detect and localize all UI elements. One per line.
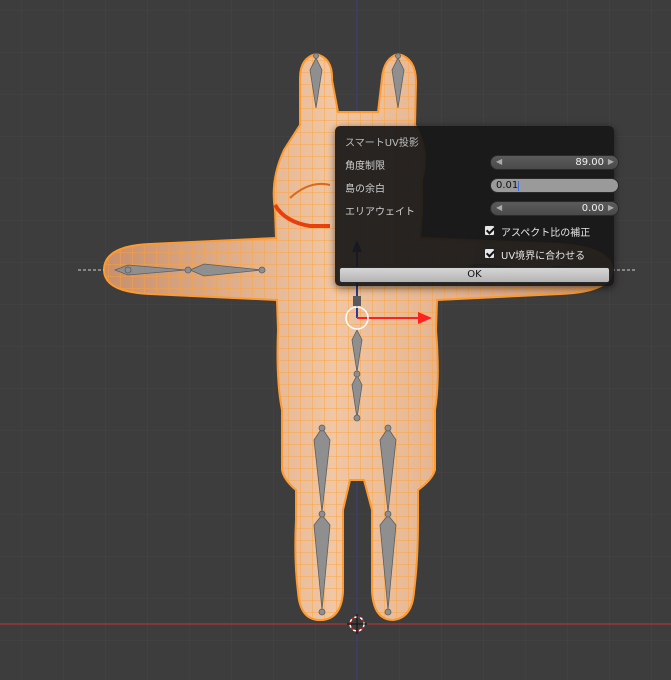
island-margin-label: 島の余白 — [345, 184, 385, 195]
scale-to-bounds-checkbox[interactable] — [484, 248, 495, 259]
island-margin-field[interactable]: 0.01 — [490, 178, 619, 193]
scale-to-bounds-option[interactable]: UV境界に合わせる — [484, 247, 614, 262]
smart-uv-project-dialog: スマートUV投影 角度制限 ◀ 89.00 ▶ 島の余白 0.01 エリアウェイ… — [335, 126, 619, 286]
3d-viewport[interactable] — [0, 0, 671, 680]
scale-to-bounds-label: UV境界に合わせる — [501, 251, 586, 262]
area-weight-value: 0.00 — [581, 203, 604, 214]
angle-limit-value: 89.00 — [575, 157, 604, 168]
dialog-title: スマートUV投影 — [345, 138, 419, 149]
decrease-arrow-icon[interactable]: ◀ — [496, 203, 502, 212]
text-caret — [518, 181, 519, 191]
island-margin-value: 0.01 — [496, 180, 519, 191]
island-margin-row: 島の余白 0.01 — [345, 178, 619, 196]
correct-aspect-option[interactable]: アスペクト比の補正 — [484, 224, 614, 239]
increase-arrow-icon[interactable]: ▶ — [608, 157, 614, 166]
angle-limit-row: 角度制限 ◀ 89.00 ▶ — [345, 155, 619, 173]
angle-limit-field[interactable]: ◀ 89.00 ▶ — [490, 155, 619, 170]
ok-button[interactable]: OK — [339, 267, 610, 283]
decrease-arrow-icon[interactable]: ◀ — [496, 157, 502, 166]
area-weight-row: エリアウェイト ◀ 0.00 ▶ — [345, 201, 619, 219]
angle-limit-label: 角度制限 — [345, 161, 385, 172]
correct-aspect-checkbox[interactable] — [484, 225, 495, 236]
correct-aspect-label: アスペクト比の補正 — [501, 228, 591, 239]
area-weight-label: エリアウェイト — [345, 207, 415, 218]
area-weight-field[interactable]: ◀ 0.00 ▶ — [490, 201, 619, 216]
viewport-canvas — [0, 0, 671, 680]
increase-arrow-icon[interactable]: ▶ — [608, 203, 614, 212]
